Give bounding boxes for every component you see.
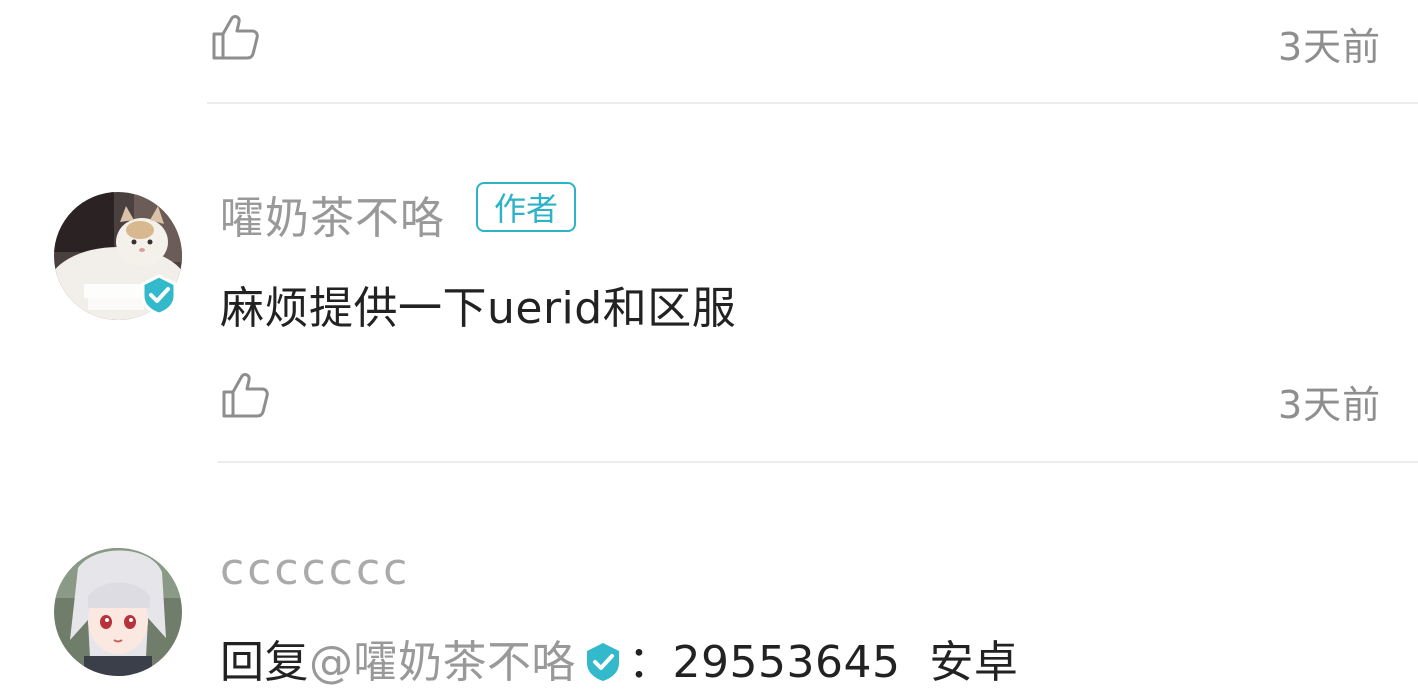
comment-divider: [207, 102, 1418, 104]
reply-text: 回复@嚯奶茶不咯 ：29553645 安卓: [220, 626, 1018, 690]
comment-time: 3天前: [1278, 25, 1382, 69]
username[interactable]: ccccccc: [220, 544, 410, 595]
comment-time: 3天前: [1278, 383, 1382, 427]
mention-link[interactable]: @嚯奶茶不咯: [309, 637, 576, 688]
comment-divider: [218, 461, 1418, 463]
reply-body: ：29553645 安卓: [628, 637, 1019, 688]
author-badge: 作者: [476, 182, 577, 232]
thumbs-up-icon[interactable]: [210, 12, 260, 62]
thumbs-up-icon[interactable]: [220, 370, 270, 420]
verified-check-icon: [582, 641, 624, 683]
verified-check-icon: [138, 274, 180, 316]
comment-text: 麻烦提供一下uerid和区服: [220, 283, 737, 334]
reply-prefix: 回复: [220, 637, 309, 688]
avatar[interactable]: [54, 548, 182, 676]
username[interactable]: 嚯奶茶不咯: [220, 182, 445, 246]
